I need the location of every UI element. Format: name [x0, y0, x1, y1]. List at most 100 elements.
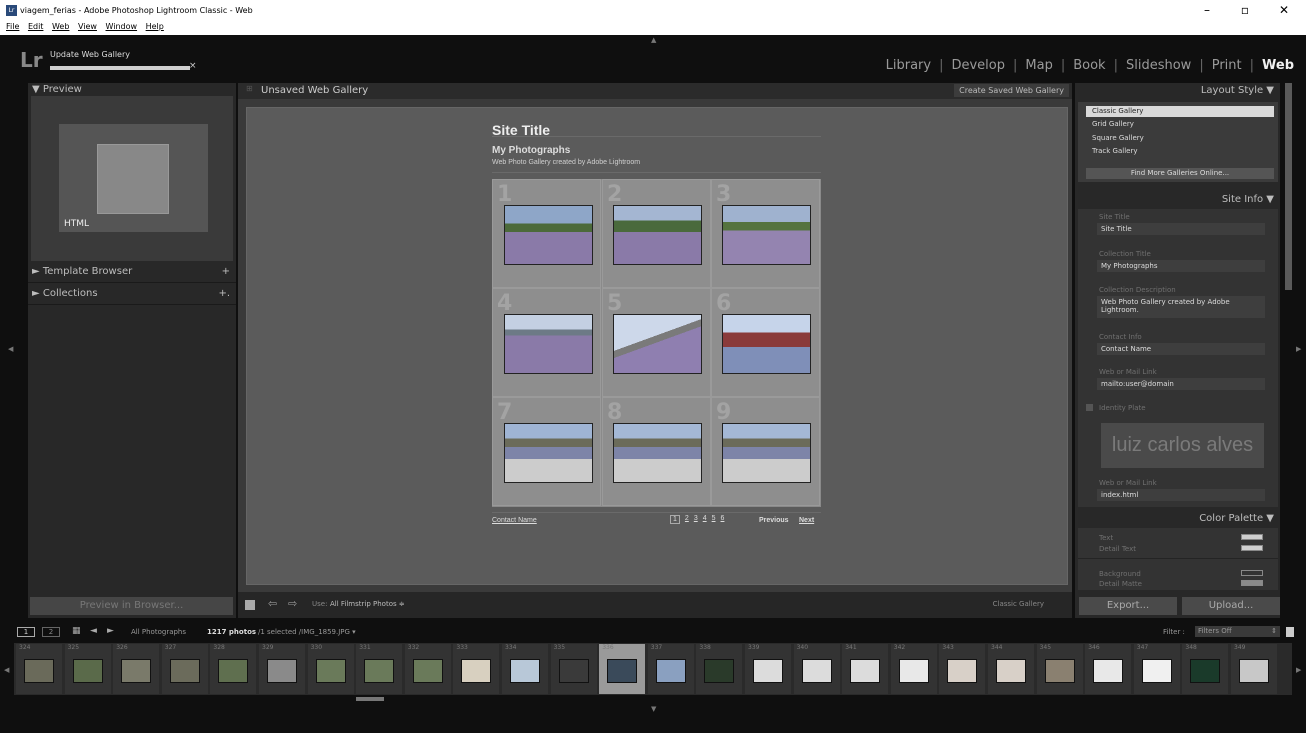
module-library[interactable]: Library [886, 58, 931, 73]
text-color-swatch[interactable] [1241, 534, 1263, 540]
export-button[interactable]: Export... [1079, 597, 1177, 615]
use-dropdown[interactable]: All Filmstrip Photos ≑ [330, 600, 405, 608]
module-web[interactable]: Web [1262, 58, 1294, 73]
layout-style-header[interactable]: Layout Style ▼ [1201, 85, 1274, 96]
template-browser-header[interactable]: ► Template Browser + [32, 266, 232, 277]
filmstrip-cell[interactable]: 328 [210, 644, 257, 694]
filmstrip-cell[interactable]: 337 [647, 644, 694, 694]
filmstrip-left-icon[interactable]: ◀ [4, 666, 9, 674]
identity-plate-checkbox[interactable] [1086, 404, 1093, 411]
selection-info[interactable]: /1 selected /IMG_1859.JPG ▾ [258, 628, 356, 636]
grid-cell[interactable]: 9 [711, 397, 820, 506]
filmstrip-cell[interactable]: 343 [939, 644, 986, 694]
layout-grid[interactable]: Grid Gallery [1092, 120, 1134, 128]
filmstrip-cell[interactable]: 344 [988, 644, 1034, 694]
menu-edit[interactable]: Edit [28, 22, 44, 31]
primary-window-button[interactable]: 1 [17, 627, 35, 637]
right-panel-scrollbar[interactable] [1285, 83, 1292, 290]
filmstrip-cell[interactable]: 345 [1036, 644, 1083, 694]
upload-button[interactable]: Upload... [1182, 597, 1280, 615]
left-panel-toggle-icon[interactable]: ◀ [8, 345, 13, 353]
next-link[interactable]: Next [799, 517, 814, 524]
filmstrip-cell[interactable]: 341 [842, 644, 889, 694]
filmstrip-cell[interactable]: 333 [453, 644, 500, 694]
filmstrip-cell[interactable]: 325 [64, 644, 111, 694]
filmstrip-cell[interactable]: 326 [113, 644, 160, 694]
detail-text-color-swatch[interactable] [1241, 545, 1263, 551]
page-1[interactable]: 1 [670, 515, 680, 524]
page-3[interactable]: 3 [694, 515, 698, 524]
menu-help[interactable]: Help [146, 22, 164, 31]
site-info-header[interactable]: Site Info ▼ [1222, 194, 1274, 205]
grid-cell[interactable]: 8 [602, 397, 711, 506]
menu-view[interactable]: View [78, 22, 97, 31]
filmstrip-cell[interactable]: 330 [307, 644, 354, 694]
page-5[interactable]: 5 [712, 515, 716, 524]
collections-header[interactable]: ► Collections +. [32, 288, 232, 299]
preview-header[interactable]: ▼ Preview [32, 84, 82, 95]
web-link-input[interactable]: mailto:user@domain [1097, 378, 1265, 390]
minimize-button[interactable]: – [1204, 3, 1210, 17]
filmstrip-cell[interactable]: 338 [696, 644, 743, 694]
grid-view-icon[interactable]: ▦ [72, 626, 81, 636]
layout-square[interactable]: Square Gallery [1092, 134, 1144, 142]
filmstrip-cell[interactable]: 327 [161, 644, 208, 694]
filmstrip-cell[interactable]: 349 [1231, 644, 1277, 694]
next-arrow-icon[interactable]: ⇨ [288, 597, 297, 610]
filmstrip-cell[interactable]: 340 [793, 644, 840, 694]
stop-icon[interactable] [245, 600, 255, 610]
filmstrip-cell[interactable]: 339 [745, 644, 791, 694]
layout-track[interactable]: Track Gallery [1092, 147, 1137, 155]
filmstrip-cell[interactable]: 329 [259, 644, 305, 694]
contact-link[interactable]: Contact Name [492, 517, 537, 524]
grid-cell[interactable]: 6 [711, 288, 820, 397]
bottom-panel-toggle-icon[interactable]: ▼ [651, 705, 656, 713]
maximize-button[interactable]: ▫ [1241, 3, 1249, 17]
filmstrip-cell[interactable]: 347 [1133, 644, 1180, 694]
filmstrip-right-icon[interactable]: ▶ [1296, 666, 1301, 674]
filmstrip-cell[interactable]: 334 [502, 644, 548, 694]
cancel-activity-icon[interactable]: × [189, 61, 197, 71]
web-link-2-input[interactable]: index.html [1097, 489, 1265, 501]
close-button[interactable]: ✕ [1279, 3, 1289, 17]
previous-arrow-icon[interactable]: ⇦ [268, 597, 277, 610]
module-map[interactable]: Map [1025, 58, 1052, 73]
lock-icon[interactable] [1286, 627, 1294, 637]
filmstrip-cell[interactable]: 336 [599, 644, 646, 694]
source-label[interactable]: All Photographs [131, 628, 186, 636]
module-print[interactable]: Print [1212, 58, 1242, 73]
contact-info-input[interactable]: Contact Name [1097, 343, 1265, 355]
layout-classic[interactable]: Classic Gallery [1086, 106, 1274, 117]
previous-link[interactable]: Previous [759, 517, 789, 524]
menu-web[interactable]: Web [52, 22, 69, 31]
module-book[interactable]: Book [1073, 58, 1105, 73]
top-panel-toggle-icon[interactable]: ▲ [651, 36, 656, 44]
filmstrip-cell[interactable]: 342 [890, 644, 937, 694]
filmstrip-cell[interactable]: 348 [1182, 644, 1229, 694]
page-6[interactable]: 6 [721, 515, 725, 524]
filter-dropdown[interactable]: Filters Off ⇕ [1195, 626, 1280, 637]
collection-title-input[interactable]: My Photographs [1097, 260, 1265, 272]
module-develop[interactable]: Develop [951, 58, 1005, 73]
secondary-window-button[interactable]: 2 [42, 627, 60, 637]
find-more-galleries-button[interactable]: Find More Galleries Online... [1086, 168, 1274, 179]
page-2[interactable]: 2 [685, 515, 689, 524]
menu-file[interactable]: File [6, 22, 19, 31]
grid-cell[interactable]: 7 [492, 397, 601, 506]
site-title-input[interactable]: Site Title [1097, 223, 1265, 235]
filmstrip-cell[interactable]: 331 [356, 644, 403, 694]
create-saved-gallery-button[interactable]: Create Saved Web Gallery [954, 84, 1069, 97]
back-arrow-icon[interactable]: ◄ [90, 626, 97, 636]
filmstrip-cell[interactable]: 332 [404, 644, 451, 694]
collection-description-input[interactable]: Web Photo Gallery created by Adobe Light… [1097, 296, 1265, 318]
background-color-swatch[interactable] [1241, 570, 1263, 576]
filmstrip-cell[interactable]: 346 [1085, 644, 1132, 694]
grid-cell[interactable]: 3 [711, 179, 820, 288]
preview-in-browser-button[interactable]: Preview in Browser... [30, 597, 233, 615]
grid-cell[interactable]: 5 [602, 288, 711, 397]
identity-plate[interactable]: luiz carlos alves [1101, 423, 1264, 468]
filmstrip-cell[interactable]: 335 [550, 644, 597, 694]
right-panel-toggle-icon[interactable]: ▶ [1296, 345, 1301, 353]
grid-cell[interactable]: 2 [602, 179, 711, 288]
page-4[interactable]: 4 [703, 515, 707, 524]
